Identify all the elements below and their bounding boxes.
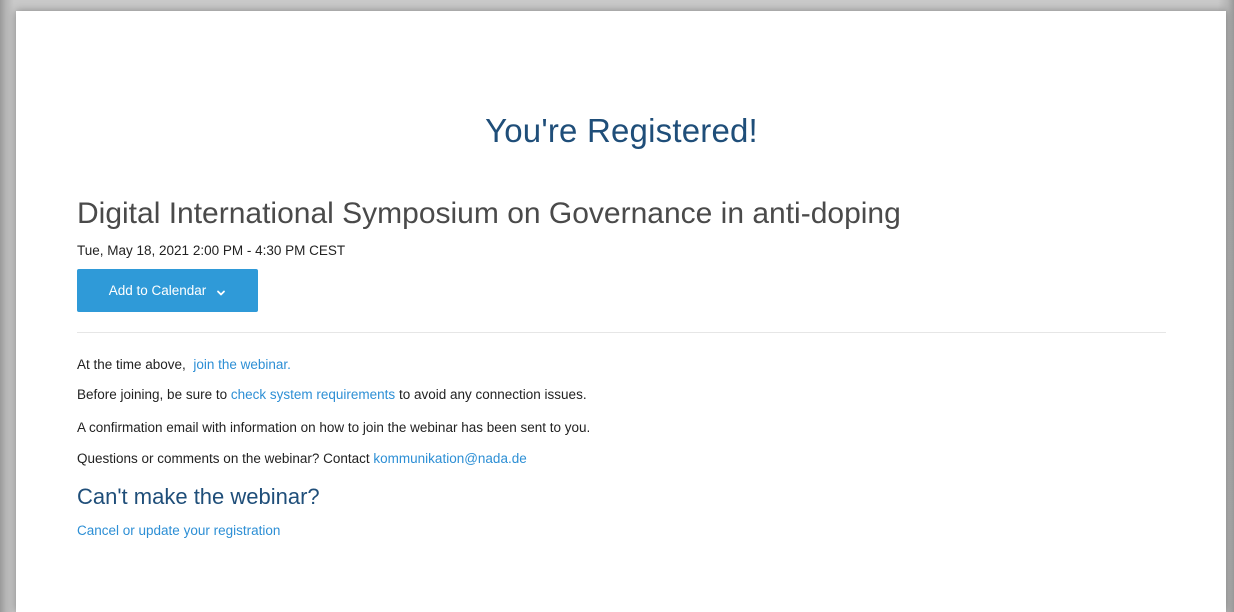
cancel-registration-link[interactable]: Cancel or update your registration bbox=[77, 523, 280, 538]
chevron-down-icon bbox=[216, 286, 226, 296]
event-date: Tue, May 18, 2021 2:00 PM - 4:30 PM CEST bbox=[77, 243, 346, 258]
registration-page: You're Registered! Digital International… bbox=[16, 11, 1226, 612]
join-instructions-text: At the time above, bbox=[77, 357, 186, 372]
add-to-calendar-label: Add to Calendar bbox=[108, 283, 207, 298]
system-requirements-notice: Before joining, be sure to check system … bbox=[77, 387, 587, 402]
join-instructions: At the time above, join the webinar. bbox=[77, 357, 291, 372]
registration-confirmed-heading: You're Registered! bbox=[485, 112, 758, 149]
contact-notice: Questions or comments on the webinar? Co… bbox=[77, 451, 527, 466]
contact-email-link[interactable]: kommunikation@nada.de bbox=[373, 451, 526, 466]
add-to-calendar-button[interactable]: Add to Calendar bbox=[77, 269, 258, 312]
contact-prefix: Questions or comments on the webinar? Co… bbox=[77, 451, 370, 466]
join-webinar-link[interactable]: join the webinar. bbox=[193, 357, 291, 372]
system-requirements-suffix: to avoid any connection issues. bbox=[398, 387, 587, 402]
confirmation-email-notice: A confirmation email with information on… bbox=[77, 420, 591, 435]
event-title: Digital International Symposium on Gover… bbox=[77, 197, 901, 230]
window-frame: You're Registered! Digital International… bbox=[0, 0, 1234, 612]
section-divider bbox=[77, 332, 1166, 333]
cant-make-webinar-heading: Can't make the webinar? bbox=[77, 484, 320, 509]
system-requirements-prefix: Before joining, be sure to bbox=[77, 387, 228, 402]
check-system-requirements-link[interactable]: check system requirements bbox=[231, 387, 395, 402]
